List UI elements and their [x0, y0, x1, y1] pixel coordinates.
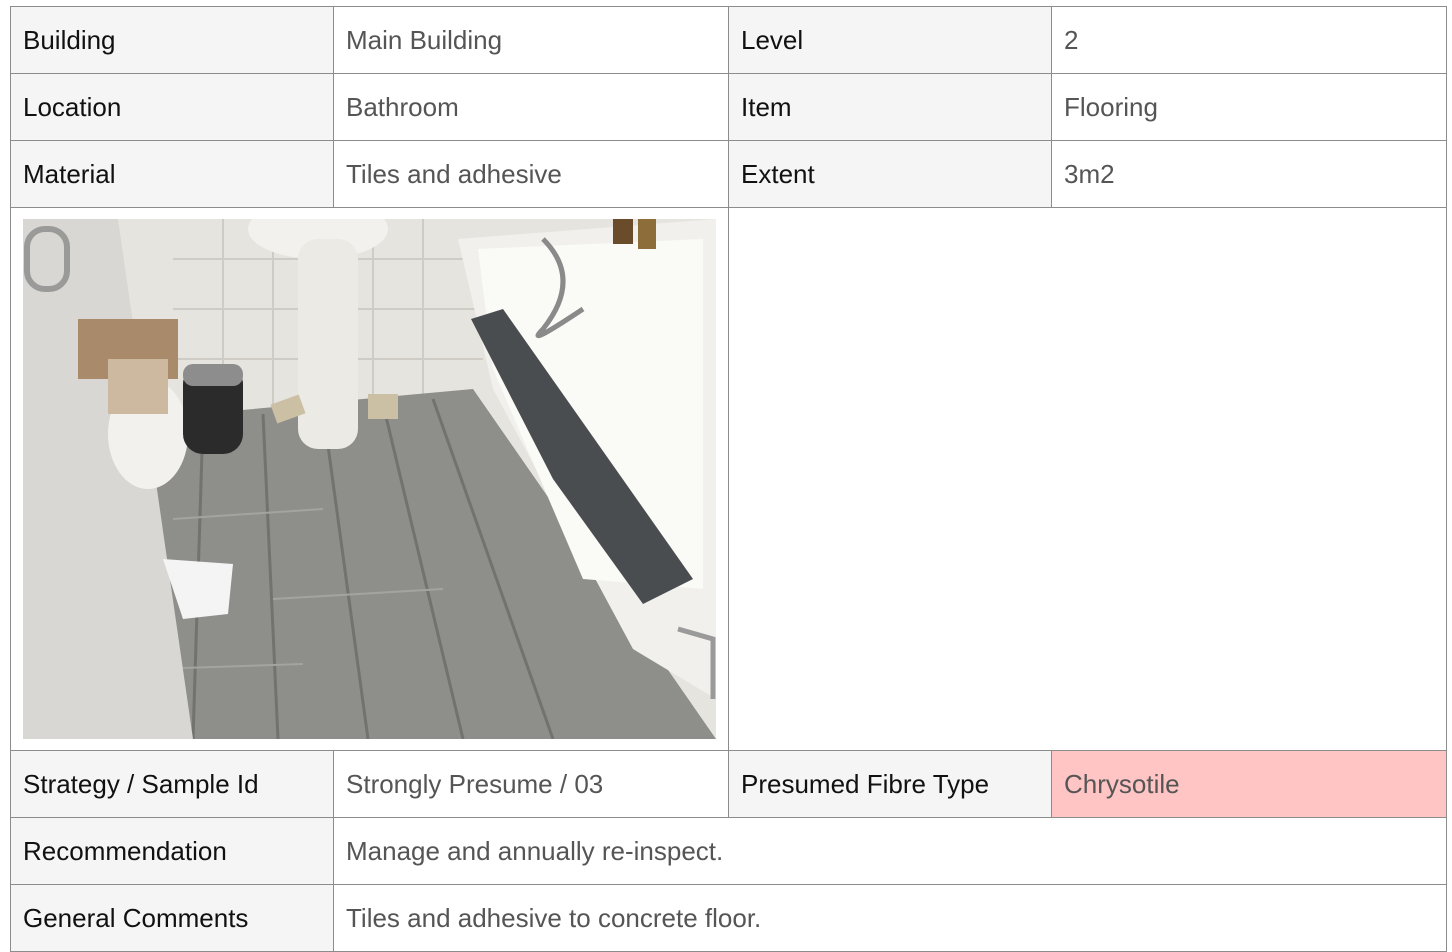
asbestos-register-sheet: Building Main Building Level 2 Location …	[10, 6, 1447, 952]
empty-cell	[728, 207, 1447, 751]
comments-label: General Comments	[10, 884, 334, 952]
bathroom-photo	[23, 219, 716, 739]
survey-table: Building Main Building Level 2 Location …	[10, 6, 1447, 952]
table-row: Strategy / Sample Id Strongly Presume / …	[10, 750, 1447, 818]
recommendation-value: Manage and annually re-inspect.	[333, 817, 1447, 885]
photo-row	[10, 207, 1447, 751]
comments-value: Tiles and adhesive to concrete floor.	[333, 884, 1447, 952]
level-label: Level	[728, 6, 1052, 74]
material-value: Tiles and adhesive	[333, 140, 729, 208]
item-value: Flooring	[1051, 73, 1447, 141]
building-value: Main Building	[333, 6, 729, 74]
level-value: 2	[1051, 6, 1447, 74]
location-value: Bathroom	[333, 73, 729, 141]
building-label: Building	[10, 6, 334, 74]
strategy-value: Strongly Presume / 03	[333, 750, 729, 818]
recommendation-label: Recommendation	[10, 817, 334, 885]
table-row: Material Tiles and adhesive Extent 3m2	[10, 140, 1447, 208]
table-row: Building Main Building Level 2	[10, 6, 1447, 74]
location-label: Location	[10, 73, 334, 141]
fibre-type-label: Presumed Fibre Type	[728, 750, 1052, 818]
table-row: Recommendation Manage and annually re-in…	[10, 817, 1447, 885]
extent-value: 3m2	[1051, 140, 1447, 208]
material-label: Material	[10, 140, 334, 208]
table-row: Location Bathroom Item Flooring	[10, 73, 1447, 141]
strategy-label: Strategy / Sample Id	[10, 750, 334, 818]
extent-label: Extent	[728, 140, 1052, 208]
item-label: Item	[728, 73, 1052, 141]
table-row: General Comments Tiles and adhesive to c…	[10, 884, 1447, 952]
fibre-type-value: Chrysotile	[1051, 750, 1447, 818]
photo-cell	[10, 207, 729, 751]
